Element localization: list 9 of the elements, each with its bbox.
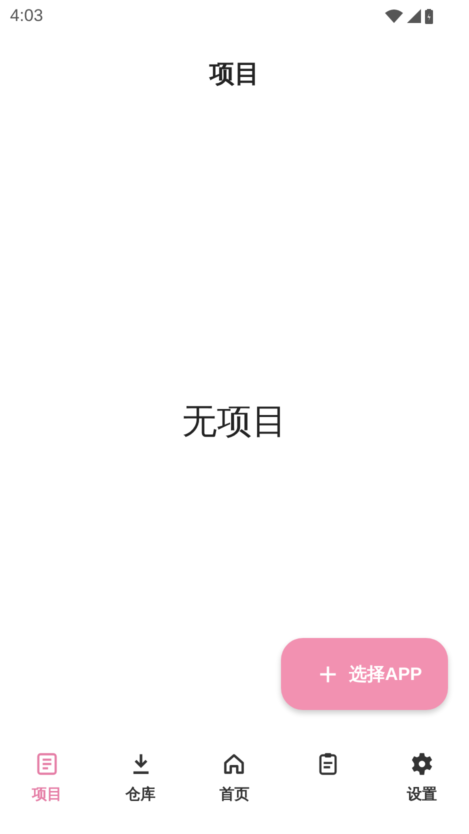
status-time: 4:03 xyxy=(10,6,44,26)
wifi-icon xyxy=(385,9,403,23)
empty-message: 无项目 xyxy=(182,400,287,442)
nav-tab[interactable]: 仓库 xyxy=(94,734,188,820)
page-title: 项目 xyxy=(210,58,260,90)
nav-tab[interactable]: 首页 xyxy=(188,734,282,820)
nav-tab[interactable]: 设置 xyxy=(375,734,469,820)
battery-icon xyxy=(425,8,433,24)
signal-icon xyxy=(407,9,421,23)
